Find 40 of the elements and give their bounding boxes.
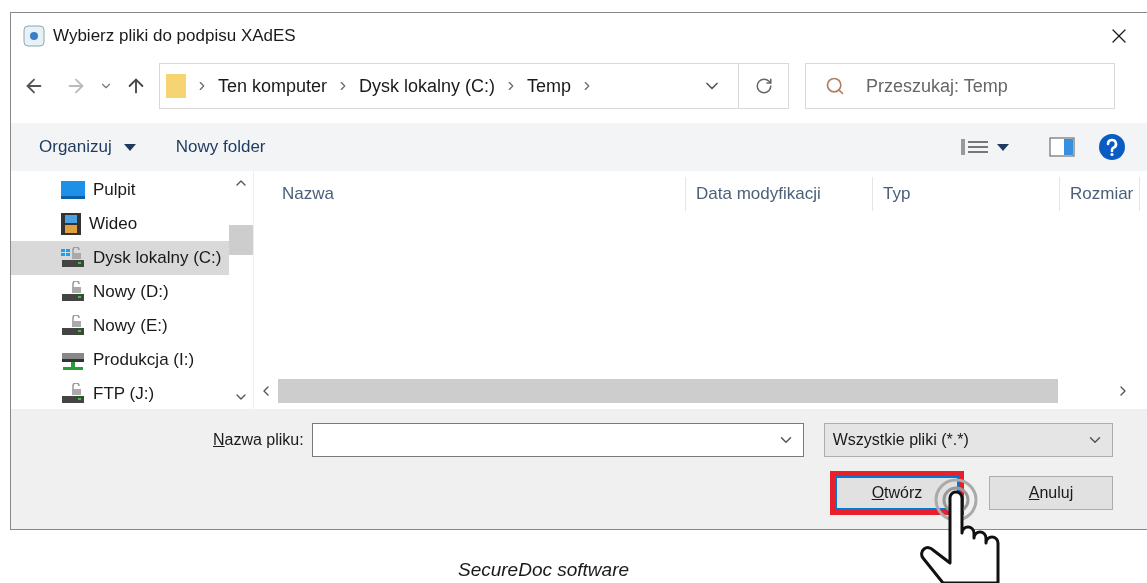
dialog-button[interactable]: Otwórz xyxy=(835,476,959,510)
preview-pane-icon[interactable] xyxy=(1049,137,1075,157)
drive-icon xyxy=(61,281,85,303)
film-icon xyxy=(61,213,81,235)
monitor-icon xyxy=(61,181,85,199)
address-bar[interactable]: Ten komputer Dysk lokalny (C:) Temp xyxy=(159,63,789,109)
view-dropdown-icon[interactable] xyxy=(997,143,1009,151)
drive-icon xyxy=(61,383,85,405)
view-options-icon[interactable] xyxy=(961,139,989,155)
column-header[interactable]: Data modyfikacji xyxy=(686,177,873,211)
sidebar-item[interactable]: Dysk lokalny (C:) xyxy=(11,241,229,275)
field-label: Nazwa pliku: xyxy=(213,430,304,450)
sidebar-item[interactable]: Nowy (E:) xyxy=(11,309,229,343)
sidebar-item[interactable]: FTP (J:) xyxy=(11,377,229,409)
search-field[interactable]: Przeszukaj: Temp xyxy=(805,63,1115,109)
caption: SecureDoc software xyxy=(457,558,630,582)
refresh-icon xyxy=(754,77,773,95)
sidebar-item[interactable]: Pulpit xyxy=(11,173,229,207)
scroll-thumb[interactable] xyxy=(229,225,253,255)
window-title: Wybierz pliki do podpisu XAdES xyxy=(53,25,296,48)
help-icon[interactable] xyxy=(1099,134,1125,160)
breadcrumb-item[interactable]: Temp xyxy=(527,72,572,100)
column-header[interactable]: Nazwa xyxy=(254,177,686,211)
system-drive-icon xyxy=(61,247,85,269)
file-name-field[interactable] xyxy=(311,423,804,457)
sidebar-item[interactable]: Nowy (D:) xyxy=(11,275,229,309)
sidebar-item[interactable]: Produkcja (I:) xyxy=(11,343,229,377)
new-folder-button[interactable]: Nowy folder xyxy=(175,134,266,160)
dialog-button[interactable]: Anuluj xyxy=(989,476,1113,510)
file-type-dropdown[interactable]: Wszystkie pliki (*.*) xyxy=(823,423,1113,457)
drive-icon xyxy=(61,315,85,337)
breadcrumb-item[interactable]: Ten komputer xyxy=(218,72,328,100)
column-header[interactable]: Typ xyxy=(873,177,1060,211)
folder-icon xyxy=(166,74,186,98)
breadcrumb-item[interactable]: Dysk lokalny (C:) xyxy=(359,72,496,100)
column-header[interactable]: Rozmiar xyxy=(1060,177,1140,211)
search-icon xyxy=(825,76,845,96)
sidebar-item[interactable]: Wideo xyxy=(11,207,229,241)
app-icon xyxy=(23,25,45,47)
organize-menu[interactable]: Organizuj xyxy=(39,134,136,160)
